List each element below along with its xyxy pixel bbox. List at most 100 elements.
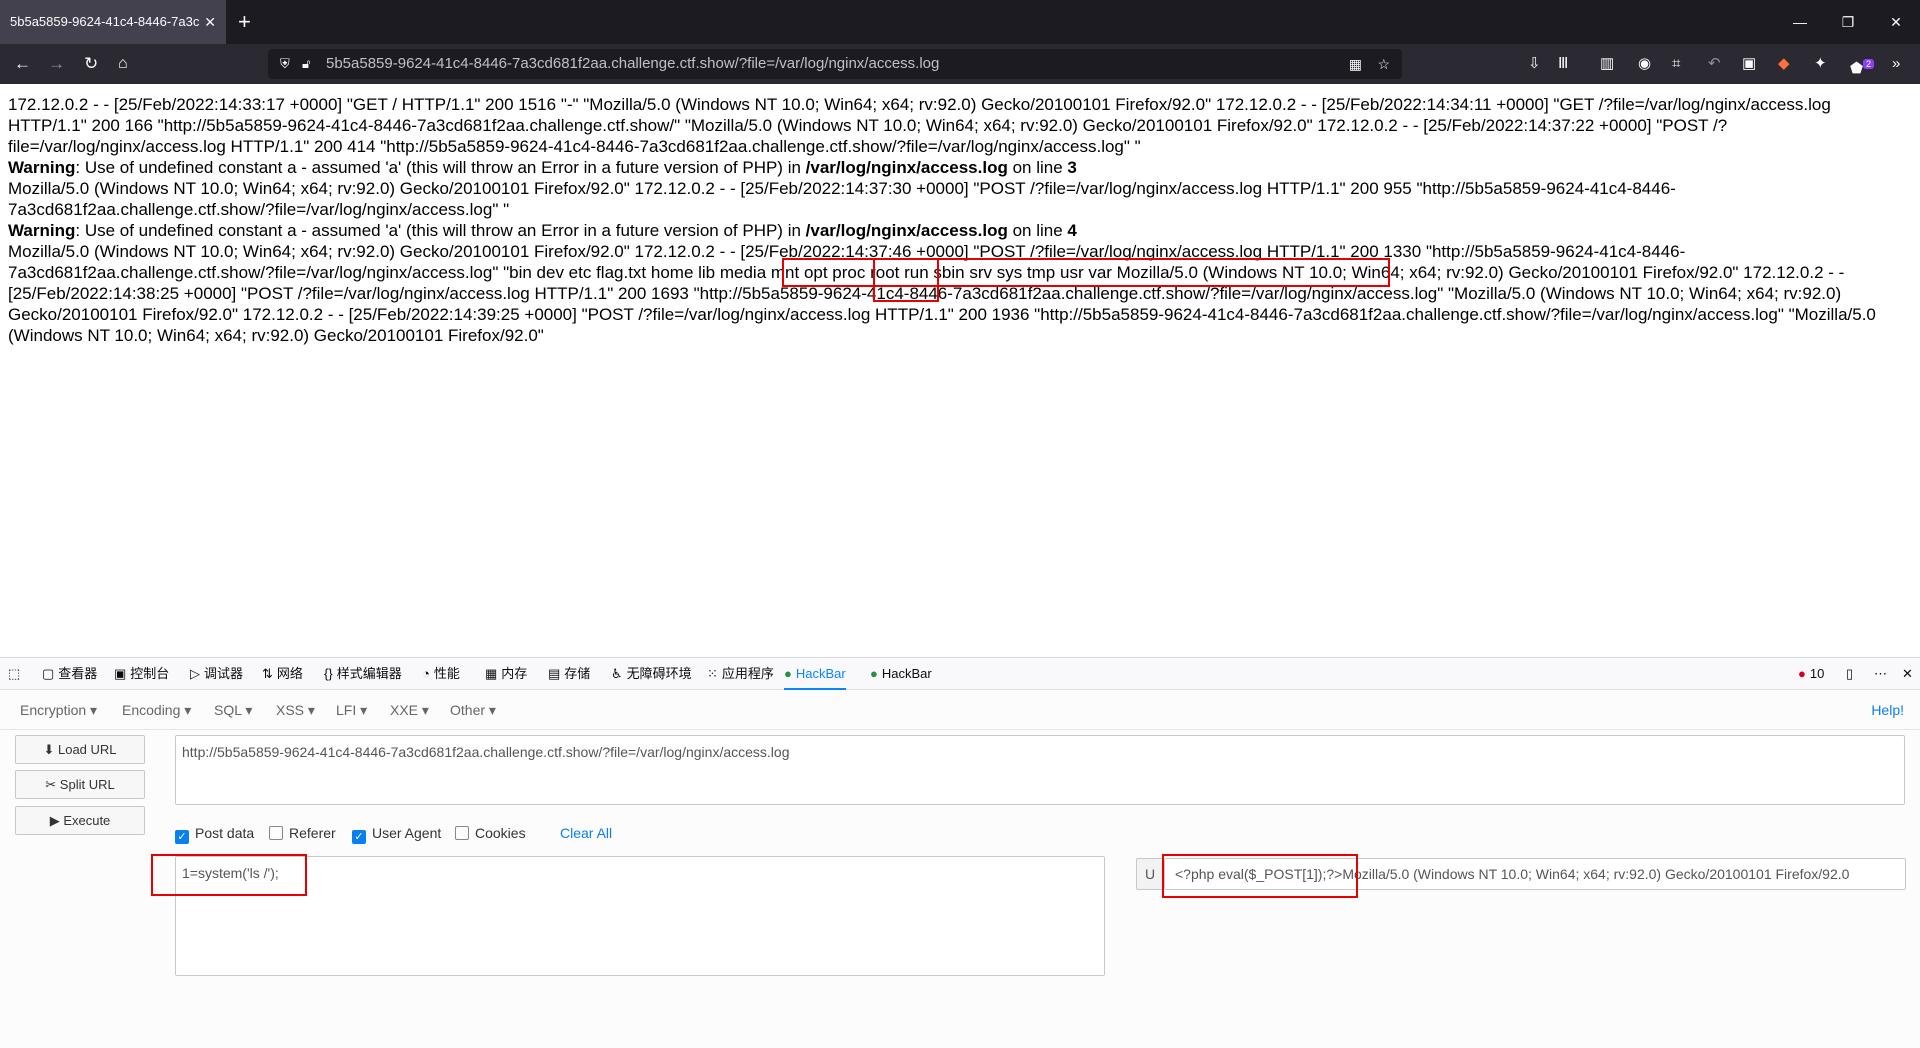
devtools-tab-performance[interactable]: ◔ 性能: [422, 658, 460, 690]
devtools-tab-memory[interactable]: ▦ 内存: [485, 658, 527, 690]
restore-icon[interactable]: ❐: [1824, 0, 1872, 44]
url-textarea[interactable]: http://5b5a5859-9624-41c4-8446-7a3cd681f…: [175, 735, 1905, 805]
devtools-tab-style-editor[interactable]: {} 样式编辑器: [324, 658, 402, 690]
devtools-tab-hackbar[interactable]: ● HackBar: [870, 658, 932, 690]
menu-xxe[interactable]: XXE ▾: [390, 690, 429, 730]
warning-online: on line: [1007, 158, 1068, 177]
account-icon[interactable]: ◉: [1638, 44, 1651, 84]
referer-checkbox[interactable]: Referer: [269, 824, 336, 842]
hackbar-menu: Encryption ▾ Encoding ▾ SQL ▾ XSS ▾ LFI …: [0, 690, 1920, 730]
menu-encryption[interactable]: Encryption ▾: [20, 690, 97, 730]
tab-label: HackBar: [881, 666, 932, 681]
clear-all-link[interactable]: Clear All: [560, 824, 612, 842]
browser-tab[interactable]: 5b5a5859-9624-41c4-8446-7a3c ✕: [0, 0, 226, 44]
menu-label: LFI: [336, 702, 357, 718]
post-data-checkbox[interactable]: ✓ Post data: [175, 824, 254, 844]
shield-icon[interactable]: ⛨: [280, 49, 290, 79]
warning-online: on line: [1007, 221, 1068, 240]
library-icon[interactable]: Ⅲ: [1558, 44, 1568, 84]
crop-icon[interactable]: ⌗: [1672, 44, 1680, 84]
close-tab-icon[interactable]: ✕: [204, 0, 216, 44]
execute-button[interactable]: ▶ Execute: [15, 806, 145, 835]
help-link[interactable]: Help!: [1871, 690, 1904, 730]
tab-label: 无障碍环境: [626, 666, 692, 681]
post-data-textarea[interactable]: 1=system('ls /');: [175, 856, 1105, 976]
warning-text: : Use of undefined constant a - assumed …: [75, 221, 806, 240]
hackbar-panel: Encryption ▾ Encoding ▾ SQL ▾ XSS ▾ LFI …: [0, 690, 1920, 1048]
highlight-box-flag: [873, 258, 939, 302]
puzzle-icon[interactable]: ✦: [1814, 44, 1827, 84]
user-agent-checkbox[interactable]: ✓ User Agent: [352, 824, 441, 844]
element-picker-icon[interactable]: ⬚: [8, 658, 20, 690]
firefox-icon[interactable]: ◆: [1778, 44, 1790, 84]
window-controls: — ❐ ✕: [1776, 0, 1920, 44]
tab-label: 存储: [564, 666, 591, 681]
network-icon: ⇅: [262, 666, 273, 681]
highlight-box-post: [151, 854, 307, 896]
menu-lfi[interactable]: LFI ▾: [336, 690, 367, 730]
load-url-button[interactable]: ⬇ Load URL: [15, 735, 145, 764]
tab-label: 控制台: [130, 666, 170, 681]
tab-label: 查看器: [58, 666, 98, 681]
log-text-3: Mozilla/5.0 (Windows NT 10.0; Win64; x64…: [8, 242, 1876, 345]
tab-label: 性能: [433, 666, 460, 681]
menu-other[interactable]: Other ▾: [450, 690, 496, 730]
devtools-tab-network[interactable]: ⇅ 网络: [262, 658, 303, 690]
new-tab-button[interactable]: +: [238, 0, 251, 44]
menu-label: Encryption: [20, 702, 87, 718]
close-window-icon[interactable]: ✕: [1872, 0, 1920, 44]
overflow-menu-icon[interactable]: »: [1892, 44, 1900, 84]
back-icon[interactable]: ←: [14, 44, 31, 84]
log-text-1: 172.12.0.2 - - [25/Feb/2022:14:33:17 +00…: [8, 95, 1831, 156]
bookmark-star-icon[interactable]: ☆: [1377, 49, 1390, 79]
reload-icon[interactable]: ↻: [84, 44, 98, 84]
error-count[interactable]: ● 10: [1798, 658, 1824, 690]
checkbox-label: User Agent: [372, 825, 442, 841]
checkbox-label: Referer: [289, 825, 336, 841]
pocket-icon[interactable]: ⇩: [1528, 44, 1541, 84]
dock-icon[interactable]: ▯: [1846, 658, 1853, 690]
extension-picture-icon[interactable]: ▣: [1742, 44, 1756, 84]
devtools-tab-storage[interactable]: ▤ 存储: [548, 658, 590, 690]
menu-sql[interactable]: SQL ▾: [214, 690, 252, 730]
split-url-button[interactable]: ✂ Split URL: [15, 770, 145, 799]
forward-icon[interactable]: →: [48, 44, 65, 84]
checkbox-box: [269, 826, 283, 840]
tab-label: 网络: [276, 666, 303, 681]
menu-encoding[interactable]: Encoding ▾: [122, 690, 191, 730]
devtools-tab-accessibility[interactable]: ♿︎ 无障碍环境: [611, 658, 692, 690]
home-icon[interactable]: ⌂: [118, 44, 128, 84]
devtools-tab-debugger[interactable]: ▷ 调试器: [190, 658, 243, 690]
sidebar-icon[interactable]: ▥: [1600, 44, 1614, 84]
warning-path: /var/log/nginx/access.log: [805, 221, 1008, 240]
undo-icon[interactable]: ↶: [1708, 44, 1721, 84]
devtools-tab-inspector[interactable]: ▢ 查看器: [42, 658, 97, 690]
devtools-tab-application[interactable]: ⁙ 应用程序: [707, 658, 774, 690]
style-editor-icon: {}: [324, 666, 333, 681]
warning-text: : Use of undefined constant a - assumed …: [75, 158, 806, 177]
inspector-icon: ▢: [42, 666, 55, 681]
tab-label: 样式编辑器: [336, 666, 402, 681]
menu-label: Encoding: [122, 702, 181, 718]
qr-code-icon[interactable]: ▦: [1349, 49, 1362, 79]
cookies-checkbox[interactable]: Cookies: [455, 824, 526, 842]
extension-badge-icon[interactable]: ⬟ 2: [1850, 44, 1875, 89]
button-label: Split URL: [59, 777, 115, 792]
devtools-tab-console[interactable]: ▣ 控制台: [114, 658, 169, 690]
hackbar-icon: ●: [870, 666, 878, 681]
lock-icon[interactable]: 🔓︎: [302, 49, 310, 79]
devtools-tab-hackbar-active[interactable]: ● HackBar: [784, 658, 846, 690]
storage-icon: ▤: [548, 666, 561, 681]
more-options-icon[interactable]: ⋯: [1874, 658, 1887, 690]
menu-label: XXE: [390, 702, 419, 718]
log-text-2: Mozilla/5.0 (Windows NT 10.0; Win64; x64…: [8, 179, 1676, 219]
checkbox-label: Cookies: [475, 825, 526, 841]
url-text: 5b5a5859-9624-41c4-8446-7a3cd681f2aa.cha…: [326, 55, 940, 72]
warning-line: 4: [1067, 221, 1077, 240]
address-bar[interactable]: ⛨ 🔓︎ 5b5a5859-9624-41c4-8446-7a3cd681f2a…: [268, 49, 1402, 79]
close-devtools-icon[interactable]: ✕: [1902, 658, 1913, 690]
tab-title: 5b5a5859-9624-41c4-8446-7a3c: [10, 14, 200, 29]
minimize-icon[interactable]: —: [1776, 0, 1824, 44]
warning-path: /var/log/nginx/access.log: [805, 158, 1008, 177]
menu-xss[interactable]: XSS ▾: [276, 690, 315, 730]
